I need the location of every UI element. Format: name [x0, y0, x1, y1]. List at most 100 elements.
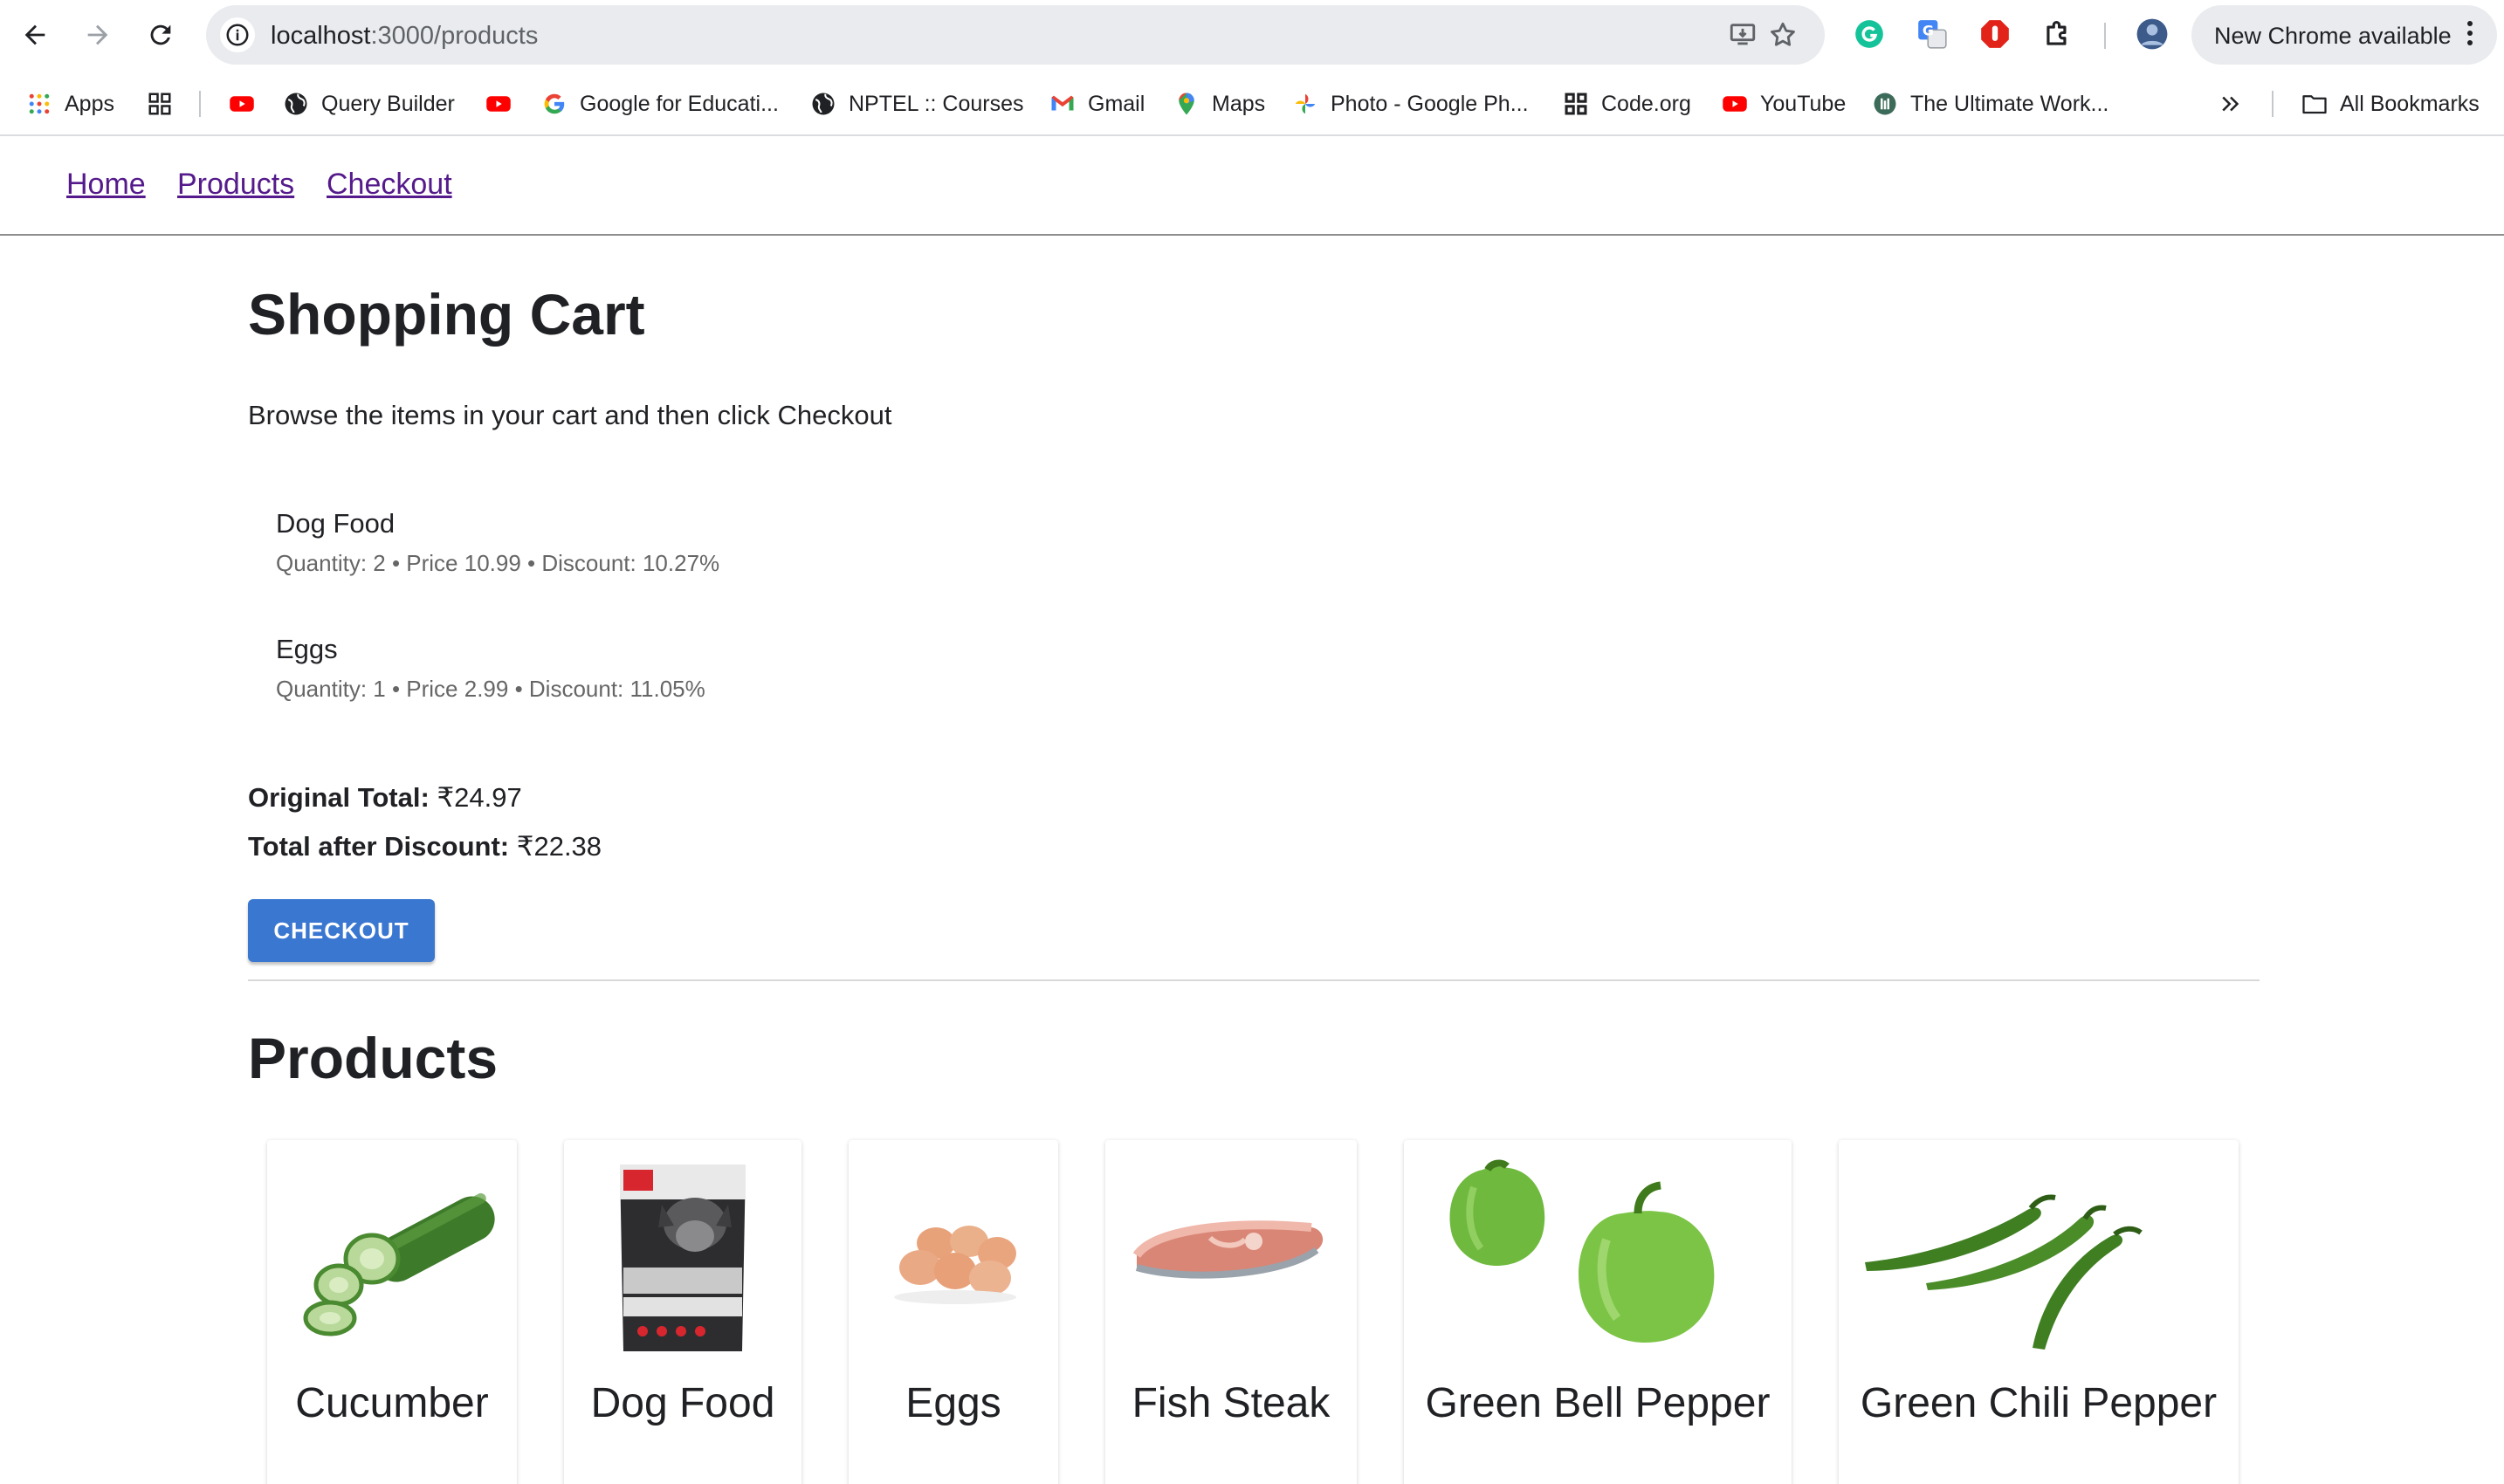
green-bell-pepper-image	[1404, 1152, 1792, 1353]
ad-blocker-icon[interactable]	[1977, 16, 2013, 52]
bookmark-separator	[2272, 91, 2274, 117]
google-translate-icon[interactable]: G	[1914, 16, 1950, 52]
shopping-cart-heading: Shopping Cart	[248, 282, 645, 347]
bookmark-label: Apps	[65, 91, 114, 116]
product-name: Green Bell Pepper	[1425, 1380, 1771, 1426]
globe-icon	[283, 91, 309, 117]
bookmark-label: The Ultimate Work...	[1910, 91, 2109, 116]
code-org-icon	[1563, 91, 1589, 117]
bookmark-query-builder[interactable]: Query Builder	[283, 89, 455, 119]
nav-link-products[interactable]: Products	[177, 168, 294, 202]
bookmark-star-icon[interactable]	[1765, 17, 1800, 52]
address-bar[interactable]: localhost:3000/products	[206, 5, 1825, 65]
gmail-icon	[1049, 91, 1076, 117]
site-info-icon[interactable]	[220, 17, 255, 52]
product-card-dog-food[interactable]: Dog Food	[564, 1140, 801, 1484]
product-card-eggs[interactable]: Eggs	[849, 1140, 1058, 1484]
profile-avatar-icon[interactable]	[2134, 16, 2170, 52]
bookmark-google-photos[interactable]: Photo - Google Ph...	[1292, 89, 1529, 119]
product-card-fish-steak[interactable]: Fish Steak	[1105, 1140, 1357, 1484]
product-card-green-bell-pepper[interactable]: Green Bell Pepper	[1404, 1140, 1792, 1484]
new-chrome-label: New Chrome available	[2214, 23, 2452, 49]
apps-grid-icon	[26, 91, 52, 117]
bookmarks-bar: Apps Query Builder Google for Educati...…	[0, 70, 2504, 136]
google-icon	[541, 91, 568, 117]
browser-toolbar: localhost:3000/products G New Chrome ava…	[0, 0, 2504, 70]
bookmark-label: Google for Educati...	[580, 91, 779, 116]
youtube-icon	[229, 91, 255, 117]
bookmark-separator	[199, 91, 201, 117]
product-card-green-chili-pepper[interactable]: Green Chili Pepper	[1839, 1140, 2239, 1484]
product-name: Green Chili Pepper	[1860, 1380, 2218, 1426]
back-arrow-icon[interactable]	[16, 16, 54, 54]
product-card-cucumber[interactable]: Cucumber	[267, 1140, 517, 1484]
dog-food-image	[564, 1152, 801, 1353]
product-name: Eggs	[905, 1380, 1001, 1426]
discounted-total-value: ₹22.38	[516, 831, 602, 862]
discounted-total: Total after Discount: ₹22.38	[248, 831, 602, 862]
qr-grid-icon	[147, 91, 173, 117]
fish-steak-image	[1105, 1152, 1357, 1353]
eggs-image	[849, 1152, 1058, 1353]
grammarly-icon[interactable]	[1851, 16, 1888, 52]
more-bookmarks-chevron-icon[interactable]	[2218, 89, 2244, 119]
kebab-menu-icon[interactable]	[2467, 21, 2474, 50]
original-total: Original Total: ₹24.97	[248, 782, 522, 814]
bookmark-apps[interactable]: Apps	[26, 89, 114, 119]
bookmark-youtube-3[interactable]: YouTube	[1722, 89, 1846, 119]
product-name: Fish Steak	[1132, 1380, 1331, 1426]
cucumber-image	[267, 1152, 517, 1353]
cart-item-details: Quantity: 1 • Price 2.99 • Discount: 11.…	[276, 676, 705, 702]
bookmark-ultimate-workspace[interactable]: The Ultimate Work...	[1872, 89, 2108, 119]
nav-link-checkout[interactable]: Checkout	[327, 168, 452, 202]
cart-item-name: Dog Food	[276, 508, 396, 539]
extensions-puzzle-icon[interactable]	[2040, 16, 2076, 52]
cart-item-details: Quantity: 2 • Price 10.99 • Discount: 10…	[276, 550, 720, 576]
discounted-total-label: Total after Discount:	[248, 831, 510, 862]
product-name: Dog Food	[590, 1380, 775, 1426]
cart-item: Eggs Quantity: 1 • Price 2.99 • Discount…	[276, 634, 705, 703]
photos-icon	[1292, 91, 1318, 117]
install-app-icon[interactable]	[1725, 17, 1760, 52]
forward-arrow-icon[interactable]	[79, 16, 117, 54]
nav-link-home[interactable]: Home	[66, 168, 146, 202]
bookmark-youtube-2[interactable]	[485, 89, 524, 119]
svg-text:G: G	[1923, 23, 1934, 39]
cart-item-name: Eggs	[276, 634, 338, 664]
bookmark-all-bookmarks[interactable]: All Bookmarks	[2301, 89, 2480, 119]
section-divider	[248, 979, 2260, 981]
app-navbar: Home Products Checkout	[0, 136, 2504, 236]
bookmark-nptel[interactable]: NPTEL :: Courses	[810, 89, 1024, 119]
products-heading: Products	[248, 1026, 499, 1090]
bookmark-google-education[interactable]: Google for Educati...	[541, 89, 779, 119]
bookmark-label: YouTube	[1760, 91, 1847, 116]
folder-icon	[2301, 91, 2328, 117]
bookmark-gmail[interactable]: Gmail	[1049, 89, 1145, 119]
globe-icon	[810, 91, 836, 117]
bookmark-label: Maps	[1212, 91, 1266, 116]
bookmark-label: Query Builder	[321, 91, 455, 116]
youtube-icon	[1722, 91, 1748, 117]
youtube-icon	[485, 91, 512, 117]
bookmark-label: Code.org	[1601, 91, 1691, 116]
bookmark-code-org[interactable]: Code.org	[1563, 89, 1691, 119]
bookmark-label: All Bookmarks	[2340, 91, 2480, 116]
bookmark-label: Gmail	[1088, 91, 1145, 116]
bookmark-youtube-1[interactable]	[229, 89, 267, 119]
bookmark-label: NPTEL :: Courses	[849, 91, 1024, 116]
bookmark-maps[interactable]: Maps	[1173, 89, 1265, 119]
maps-icon	[1173, 91, 1200, 117]
green-chili-pepper-image	[1839, 1152, 2239, 1353]
url-text: localhost:3000/products	[271, 22, 539, 50]
product-name: Cucumber	[295, 1380, 489, 1426]
toolbar-separator	[2104, 23, 2106, 49]
cart-item: Dog Food Quantity: 2 • Price 10.99 • Dis…	[276, 508, 719, 577]
new-chrome-available-button[interactable]: New Chrome available	[2191, 5, 2497, 65]
bookmark-qr-grid[interactable]	[147, 89, 185, 119]
bookmark-label: Photo - Google Ph...	[1331, 91, 1529, 116]
original-total-value: ₹24.97	[437, 782, 522, 813]
workspace-icon	[1872, 91, 1898, 117]
checkout-button[interactable]: CHECKOUT	[248, 899, 435, 962]
reload-icon[interactable]	[141, 16, 180, 54]
cart-intro-text: Browse the items in your cart and then c…	[248, 400, 892, 430]
